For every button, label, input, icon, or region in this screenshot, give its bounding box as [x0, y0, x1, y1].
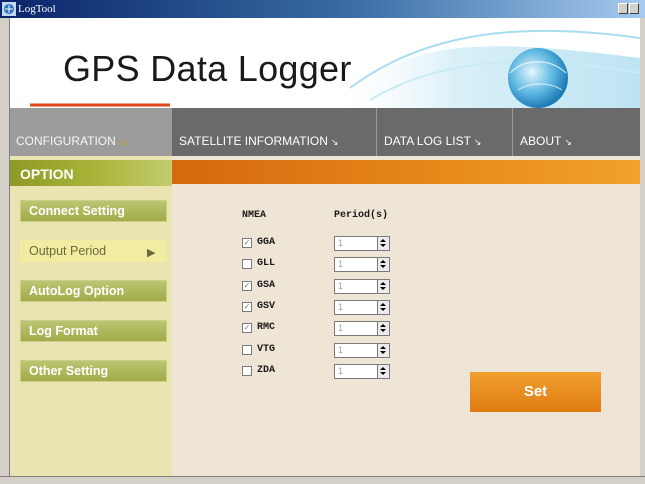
period-spinbox[interactable]: 1	[334, 236, 390, 251]
window-titlebar: LogTool	[0, 0, 645, 18]
sidebar-item-log-format[interactable]: Log Format	[20, 320, 167, 342]
spin-buttons[interactable]	[377, 343, 389, 357]
period-spinbox[interactable]: 1	[334, 342, 390, 358]
spin-up-icon[interactable]	[380, 260, 386, 264]
sidebar-item-label: Other Setting	[29, 364, 109, 378]
arrow-icon: ↘	[118, 137, 127, 147]
maximize-button[interactable]	[629, 3, 639, 14]
nmea-sentence-label: GLL	[257, 258, 276, 270]
arrow-icon: ↘	[564, 137, 572, 147]
app-header: GPS Data Logger	[10, 18, 640, 108]
spin-down-icon[interactable]	[380, 244, 386, 247]
period-spinbox[interactable]: 1	[334, 363, 390, 379]
tab-label: ABOUT	[520, 134, 562, 148]
app-icon	[2, 2, 16, 16]
nmea-row-gsa: ✓ GSA 1	[242, 278, 402, 295]
period-value: 1	[338, 323, 344, 334]
spin-buttons[interactable]	[377, 258, 389, 272]
spin-down-icon[interactable]	[380, 307, 386, 311]
spin-up-icon[interactable]	[380, 345, 386, 349]
sidebar-item-output-period[interactable]: Output Period ▶	[20, 240, 167, 262]
period-spinbox[interactable]: 1	[334, 321, 390, 337]
period-spinbox[interactable]: 1	[334, 257, 390, 273]
tab-label: SATELLITE INFORMATION	[179, 134, 328, 148]
period-spinbox[interactable]: 1	[334, 278, 390, 294]
tab-label: DATA LOG LIST	[384, 134, 471, 148]
nmea-checkbox[interactable]: ✓	[242, 301, 252, 312]
spin-up-icon[interactable]	[380, 366, 386, 370]
period-value: 1	[338, 301, 344, 312]
nmea-checkbox[interactable]: ✓	[242, 280, 252, 291]
content-header-bar	[172, 160, 640, 184]
window-border-right	[640, 18, 645, 484]
window-title: LogTool	[18, 3, 56, 15]
nmea-checkbox[interactable]	[242, 259, 252, 270]
nmea-checkbox[interactable]	[242, 344, 252, 355]
nmea-sentence-label: GSV	[257, 300, 276, 312]
nmea-sentence-label: GGA	[257, 237, 276, 248]
set-button[interactable]: Set	[470, 372, 601, 412]
spin-down-icon[interactable]	[380, 286, 386, 290]
nmea-row-zda: ZDA 1	[242, 363, 402, 380]
content-panel: NMEA Period(s) ✓ GGA 1 GLL 1 ✓ GSA 1 ✓ GSV 1 ✓ RMC 1 V…	[172, 156, 640, 476]
spin-buttons[interactable]	[377, 279, 389, 293]
spin-down-icon[interactable]	[380, 371, 386, 375]
spin-buttons[interactable]	[377, 364, 389, 378]
nmea-sentence-label: RMC	[257, 322, 276, 334]
active-marker-icon: ▶	[147, 247, 156, 259]
period-value: 1	[338, 365, 344, 376]
spin-down-icon[interactable]	[380, 265, 386, 269]
period-spinbox[interactable]: 1	[334, 299, 390, 315]
sidebar-item-other-setting[interactable]: Other Setting	[20, 360, 167, 382]
nmea-sentence-label: GSA	[257, 279, 276, 291]
period-value: 1	[338, 259, 344, 270]
sidebar-item-autolog-option[interactable]: AutoLog Option	[20, 280, 167, 302]
main-nav: CONFIGURATION ↘ SATELLITE INFORMATION ↘ DA…	[10, 108, 640, 156]
spin-up-icon[interactable]	[380, 239, 386, 242]
sidebar-item-label: AutoLog Option	[29, 284, 125, 298]
period-value: 1	[338, 238, 344, 248]
tab-satellite-information[interactable]: SATELLITE INFORMATION ↘	[173, 108, 377, 156]
tab-data-log-list[interactable]: DATA LOG LIST ↘	[378, 108, 513, 156]
column-header-period: Period(s)	[334, 210, 389, 221]
nmea-row-vtg: VTG 1	[242, 342, 402, 359]
spin-up-icon[interactable]	[380, 281, 386, 285]
nmea-sentence-label: VTG	[257, 343, 276, 355]
column-header-nmea: NMEA	[242, 210, 267, 221]
spin-buttons[interactable]	[377, 300, 389, 314]
nmea-checkbox[interactable]: ✓	[242, 323, 252, 334]
spin-buttons[interactable]	[377, 237, 389, 250]
sidebar-header: OPTION	[10, 160, 172, 186]
period-value: 1	[338, 280, 344, 291]
nmea-row-gsv: ✓ GSV 1	[242, 299, 402, 316]
nmea-row-gga: ✓ GGA 1	[242, 236, 402, 252]
nmea-row-rmc: ✓ RMC 1	[242, 321, 402, 337]
spin-down-icon[interactable]	[380, 350, 386, 354]
nmea-row-gll: GLL 1	[242, 257, 402, 273]
minimize-button[interactable]	[618, 3, 628, 14]
spin-up-icon[interactable]	[380, 302, 386, 306]
sidebar-item-connect-setting[interactable]: Connect Setting	[20, 200, 167, 222]
sidebar: OPTION Connect Setting Output Period ▶ Au…	[10, 156, 172, 476]
arrow-icon: ↘	[330, 137, 339, 147]
nmea-checkbox[interactable]: ✓	[242, 238, 252, 248]
nmea-checkbox[interactable]	[242, 365, 252, 376]
sidebar-header-label: OPTION	[20, 166, 74, 182]
app-title: GPS Data Logger	[63, 48, 352, 89]
arrow-icon: ↘	[473, 137, 482, 147]
spin-buttons[interactable]	[377, 322, 389, 336]
spin-down-icon[interactable]	[380, 329, 386, 333]
tab-configuration[interactable]: CONFIGURATION ↘	[10, 108, 172, 156]
spin-up-icon[interactable]	[380, 324, 386, 328]
sidebar-item-label: Log Format	[29, 324, 98, 338]
window-border-bottom	[0, 476, 645, 484]
sidebar-item-label: Connect Setting	[29, 204, 125, 218]
tab-label: CONFIGURATION	[16, 134, 116, 148]
nmea-sentence-label: ZDA	[257, 364, 276, 376]
sidebar-item-label: Output Period	[29, 244, 107, 258]
window-border-left	[0, 18, 10, 484]
tab-about[interactable]: ABOUT ↘	[514, 108, 640, 156]
period-value: 1	[338, 344, 344, 355]
